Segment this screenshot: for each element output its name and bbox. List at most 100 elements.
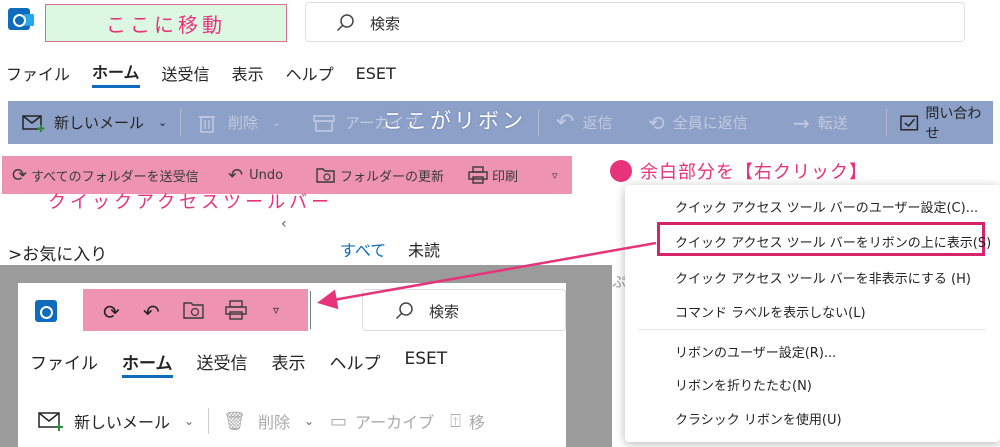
trash-icon: 🗑 (223, 410, 246, 432)
tab-help[interactable]: ヘルプ (330, 349, 381, 378)
collapse-pane-icon[interactable]: ‹ (281, 216, 287, 232)
search-box[interactable]: 検索 (305, 2, 965, 42)
menu-item-collapse-ribbon[interactable]: リボンを折りたたむ(N) (675, 375, 812, 394)
reply-all-icon: ⟲ (648, 110, 665, 135)
tab-eset[interactable]: ESET (356, 64, 396, 83)
chevron-down-icon[interactable]: ⌄ (184, 414, 194, 428)
print-label: 印刷 (492, 169, 519, 185)
printer-icon (468, 166, 488, 184)
menu-item-qat-show-above[interactable]: クイック アクセス ツール バーをリボンの上に表示(S) (675, 232, 991, 251)
qat-annotation: クイックアクセスツールバー (48, 192, 334, 213)
move-icon: ⍐ (450, 410, 461, 432)
menu-item-qat-customize[interactable]: クイック アクセス ツール バーのユーザー設定(C)... (675, 197, 978, 216)
tab-eset[interactable]: ESET (405, 349, 448, 378)
inset-move-label[interactable]: 移 (469, 409, 485, 433)
inset-menu-tabs: ファイル ホーム 送受信 表示 ヘルプ ESET (30, 349, 471, 378)
favorites-label: お気に入り (22, 245, 108, 265)
new-mail-icon (38, 412, 63, 431)
tab-file[interactable]: ファイル (30, 349, 98, 378)
right-click-hint: 余白部分を【右クリック】 (640, 162, 868, 183)
outlook-logo-icon (8, 8, 34, 30)
forward-icon: → (793, 110, 810, 135)
ribbon-divider (886, 109, 887, 136)
reply-label: 返信 (582, 114, 613, 132)
update-folder-label: フォルダーの更新 (340, 169, 445, 185)
delete-label: 削除 (228, 114, 259, 132)
ribbon-divider (538, 109, 539, 136)
undo-icon: ↶ (228, 164, 244, 186)
inset-search-box[interactable]: 検索 (362, 289, 566, 331)
menu-separator (639, 329, 985, 330)
ribbon-annotation: ここがリボン (382, 109, 526, 133)
print-button[interactable]: 印刷 (468, 156, 518, 194)
qat-customize-dropdown[interactable]: ▿ (552, 156, 558, 194)
partial-text: ぷ (612, 275, 626, 291)
tab-file[interactable]: ファイル (6, 61, 70, 85)
tab-send-receive[interactable]: 送受信 (162, 61, 210, 85)
archive-icon: ▭ (330, 410, 348, 432)
search-icon (336, 14, 354, 32)
forward-button[interactable]: → 転送 (793, 101, 848, 144)
search-placeholder: 検索 (370, 15, 401, 33)
undo-label: Undo (249, 167, 284, 183)
outlook-logo-icon (35, 300, 57, 322)
chevron-down-icon[interactable]: ⌄ (304, 414, 314, 428)
title-bar: ここに移動 検索 (0, 0, 1000, 44)
search-icon (395, 302, 413, 320)
inquiry-icon (900, 115, 919, 130)
tab-help[interactable]: ヘルプ (286, 61, 334, 85)
move-here-label: ここに移動 (106, 12, 226, 37)
tab-home[interactable]: ホーム (92, 59, 140, 88)
inset-archive-label[interactable]: アーカイブ (355, 409, 434, 433)
reply-all-button[interactable]: ⟲ 全員に返信 (648, 101, 748, 144)
inset-delete-label[interactable]: 削除 (258, 409, 290, 433)
menu-item-qat-hide[interactable]: クイック アクセス ツール バーを非表示にする (H) (675, 268, 971, 287)
trash-icon (199, 115, 215, 133)
context-menu: クイック アクセス ツール バーのユーザー設定(C)... クイック アクセス … (625, 185, 1000, 442)
menu-item-ribbon-customize[interactable]: リボンのユーザー設定(R)... (675, 342, 836, 361)
new-mail-button[interactable]: 新しいメール ⌄ (22, 101, 167, 144)
printer-icon[interactable] (225, 300, 247, 320)
hint-dot (610, 160, 632, 182)
inset-new-mail-label[interactable]: 新しいメール (74, 409, 170, 433)
reply-button[interactable]: ↶ 返信 (556, 101, 612, 144)
delete-button[interactable]: 削除 ⌄ (198, 101, 281, 144)
reply-all-label: 全員に返信 (672, 114, 748, 132)
chevron-down-icon: ▿ (552, 168, 558, 182)
undo-icon[interactable]: ↶ (143, 300, 160, 324)
inset-search-placeholder: 検索 (429, 303, 460, 321)
sync-icon[interactable]: ⟳ (103, 300, 120, 324)
new-mail-icon (22, 114, 45, 132)
menu-item-hide-labels[interactable]: コマンド ラベルを表示しない(L) (675, 302, 866, 321)
tab-send-receive[interactable]: 送受信 (197, 349, 248, 378)
inquiry-label: 問い合わせ (925, 105, 982, 142)
chevron-down-icon[interactable]: ⌄ (272, 116, 281, 129)
folder-refresh-icon (316, 168, 335, 183)
tab-home[interactable]: ホーム (122, 349, 173, 378)
chevron-down-icon[interactable]: ⌄ (158, 116, 167, 129)
forward-label: 転送 (817, 114, 848, 132)
favorites-folder[interactable]: >お気に入り (8, 240, 107, 265)
reply-icon: ↶ (556, 110, 575, 135)
send-receive-all-label: すべてのフォルダーを送受信 (31, 169, 199, 185)
inquiry-button[interactable]: 問い合わせ (900, 101, 993, 144)
new-mail-label: 新しいメール (54, 114, 145, 132)
filter-unread[interactable]: 未読 (408, 237, 440, 261)
chevron-down-icon[interactable]: ▿ (273, 303, 279, 317)
move-here-annotation: ここに移動 (45, 4, 287, 42)
inset-divider (310, 291, 311, 329)
folder-refresh-icon[interactable] (183, 300, 205, 320)
tab-view[interactable]: 表示 (232, 61, 264, 85)
ribbon-divider (180, 109, 181, 136)
tab-view[interactable]: 表示 (272, 349, 306, 378)
inset-divider (208, 408, 210, 434)
menu-tabs: ファイル ホーム 送受信 表示 ヘルプ ESET (0, 55, 418, 91)
result-inset: ⟳ ↶ ▿ 検索 ファイル ホーム 送受信 表示 ヘルプ ESET 新しいメール… (0, 265, 612, 447)
result-window: ⟳ ↶ ▿ 検索 ファイル ホーム 送受信 表示 ヘルプ ESET 新しいメール… (18, 283, 566, 447)
inset-ribbon: 新しいメール ⌄ 🗑 削除 ⌄ ▭ アーカイブ ⍐ 移 (38, 401, 485, 441)
inset-quick-access-toolbar: ⟳ ↶ ▿ (83, 289, 308, 331)
update-folder-button[interactable]: フォルダーの更新 (316, 156, 444, 194)
filter-all[interactable]: すべて (340, 237, 386, 261)
menu-item-classic-ribbon[interactable]: クラシック リボンを使用(U) (675, 409, 842, 428)
sync-icon: ⟳ (12, 164, 28, 186)
